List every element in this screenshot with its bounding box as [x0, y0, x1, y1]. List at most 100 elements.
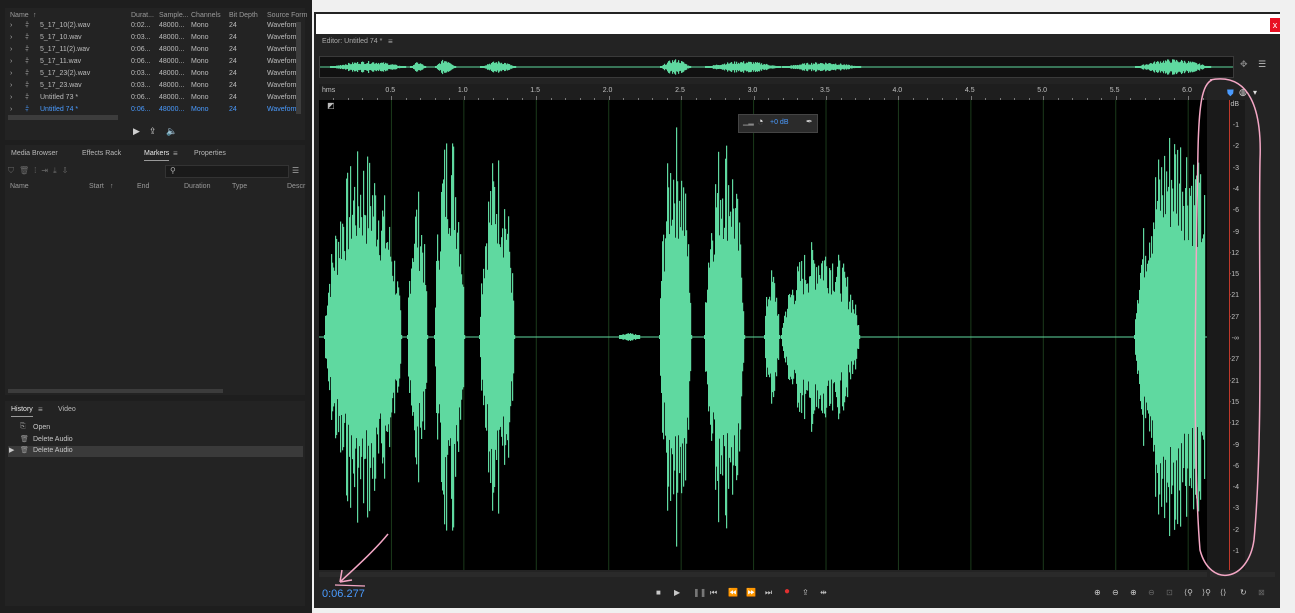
- close-button[interactable]: x: [1270, 18, 1280, 32]
- history-item[interactable]: 🗑 Delete Audio: [8, 435, 303, 446]
- file-row[interactable]: › ⫩ 5_17_11.wav 0:06... 48000... Mono 24 Wavefo…: [8, 57, 299, 69]
- tab-history[interactable]: History: [11, 406, 33, 417]
- history-item-label: Delete Audio: [33, 447, 73, 454]
- skip-back-icon[interactable]: ⏮: [710, 588, 717, 598]
- markers-col-start[interactable]: Start: [89, 183, 104, 190]
- waveform-display[interactable]: [319, 100, 1207, 570]
- col-sample-rate[interactable]: Sample...: [159, 12, 189, 19]
- markers-col-duration[interactable]: Duration: [184, 183, 210, 190]
- fade-in-handle-icon[interactable]: ◩: [327, 101, 335, 110]
- tab-media-browser[interactable]: Media Browser: [11, 150, 58, 157]
- zoom-out-amplitude-icon[interactable]: ⊖: [1112, 588, 1119, 597]
- zoom-out-time-icon[interactable]: ⊖: [1148, 588, 1155, 597]
- pause-icon[interactable]: ❚❚: [693, 588, 706, 597]
- export-icon[interactable]: ⇪: [149, 126, 157, 137]
- chevron-right-icon[interactable]: ›: [10, 22, 12, 29]
- panel-menu-icon[interactable]: ≡: [173, 149, 178, 158]
- zoom-menu-icon[interactable]: ⊠: [1258, 588, 1265, 597]
- zoom-reset-icon[interactable]: ↻: [1240, 588, 1247, 597]
- hud-gain[interactable]: ▁▂ ◔ +0 dB ✒: [738, 114, 818, 133]
- col-name[interactable]: Name: [10, 12, 29, 19]
- dropdown-icon[interactable]: ▾: [1253, 88, 1257, 97]
- zoom-tool-icon[interactable]: ✥: [1240, 59, 1248, 70]
- file-row[interactable]: › ⫩ 5_17_10.wav 0:03... 48000... Mono 24 Wavefo…: [8, 33, 299, 45]
- overview-menu-icon[interactable]: ☰: [1258, 59, 1266, 70]
- zoom-out-point-icon[interactable]: ⟩⚲: [1202, 588, 1211, 597]
- history-item[interactable]: ⎘ Open: [8, 423, 303, 434]
- zoom-selection-icon[interactable]: ⟨⟩: [1220, 588, 1226, 597]
- marker-delete-icon[interactable]: 🗑: [19, 166, 34, 175]
- time-display[interactable]: 0:06.277: [322, 588, 365, 600]
- db-scale[interactable]: dB -1 -2 -3 -4 -6 -9 -12 -15 -21 -27 -∞ -27 -21 -15 -1…: [1207, 100, 1245, 570]
- headphones-icon[interactable]: ◍: [1239, 87, 1247, 98]
- autoplay-speaker-icon[interactable]: 🔈: [166, 126, 177, 137]
- panel-menu-icon[interactable]: ≡: [38, 405, 43, 414]
- marker-range-icon[interactable]: ⇥: [41, 166, 53, 175]
- db-hscrollbar[interactable]: [1210, 572, 1275, 577]
- file-row[interactable]: › ⫩ Untitled 73 * 0:06... 48000... Mono 24 Wave…: [8, 93, 299, 105]
- panel-menu-icon[interactable]: ≡: [388, 37, 393, 46]
- waveform-hscrollbar[interactable]: [319, 572, 1207, 577]
- stop-icon[interactable]: ■: [656, 588, 661, 597]
- editor-tab[interactable]: Editor: Untitled 74 *: [322, 38, 382, 45]
- file-row[interactable]: › ⫩ 5_17_23(2).wav 0:03... 48000... Mono 24 Wav…: [8, 69, 299, 81]
- file-cell-bits: 24: [229, 82, 237, 89]
- tab-effects-rack[interactable]: Effects Rack: [82, 150, 121, 157]
- chevron-right-icon[interactable]: ›: [10, 82, 12, 89]
- gain-knob-icon[interactable]: ◔: [757, 116, 764, 128]
- tab-properties[interactable]: Properties: [194, 150, 226, 157]
- channel-marker-icon[interactable]: ⛊: [1227, 88, 1234, 99]
- gain-value[interactable]: +0 dB: [770, 119, 789, 126]
- markers-col-type[interactable]: Type: [232, 183, 247, 190]
- zoom-in-amplitude-icon[interactable]: ⊕: [1094, 588, 1101, 597]
- chevron-right-icon[interactable]: ›: [10, 34, 12, 41]
- tab-video[interactable]: Video: [58, 406, 76, 413]
- file-row[interactable]: › ⫩ 5_17_10(2).wav 0:02... 48000... Mono 24 Wav…: [8, 21, 299, 33]
- marker-insert-icon[interactable]: ⤓: [53, 166, 62, 175]
- chevron-right-icon[interactable]: ›: [10, 70, 12, 77]
- file-cell-name: 5_17_11(2).wav: [40, 46, 90, 53]
- zoom-full-icon[interactable]: ⊡: [1166, 588, 1173, 597]
- loop-icon[interactable]: ⇪: [802, 588, 809, 597]
- history-item-current[interactable]: ▶ 🗑 Delete Audio: [8, 446, 303, 457]
- markers-search-input[interactable]: ⚲: [165, 165, 289, 178]
- marker-export-icon[interactable]: ⇩: [62, 166, 74, 175]
- col-channels[interactable]: Channels: [191, 12, 221, 19]
- tab-markers[interactable]: Markers: [144, 150, 170, 161]
- rewind-icon[interactable]: ⏪: [728, 588, 738, 597]
- zoom-in-time-icon[interactable]: ⊕: [1130, 588, 1137, 597]
- files-hscrollbar[interactable]: [8, 115, 118, 120]
- pin-icon[interactable]: ✒: [806, 117, 813, 126]
- chevron-right-icon[interactable]: ›: [10, 94, 12, 101]
- fast-forward-icon[interactable]: ⏩: [746, 588, 756, 597]
- file-row[interactable]: › ⫩ 5_17_11(2).wav 0:06... 48000... Mono 24 Wav…: [8, 45, 299, 57]
- record-icon[interactable]: ●: [784, 586, 790, 597]
- editor-titlebar: [316, 14, 1280, 34]
- skip-forward-icon[interactable]: ⏭: [765, 588, 772, 598]
- chevron-right-icon[interactable]: ›: [10, 106, 12, 113]
- chevron-right-icon[interactable]: ›: [10, 58, 12, 65]
- col-bit-depth[interactable]: Bit Depth: [229, 12, 258, 19]
- chevron-right-icon[interactable]: ›: [10, 46, 12, 53]
- file-cell-ch: Mono: [191, 106, 209, 113]
- markers-hscrollbar[interactable]: [8, 389, 223, 393]
- markers-col-end[interactable]: End: [137, 183, 149, 190]
- file-row[interactable]: › ⫩ 5_17_23.wav 0:03... 48000... Mono 24 Wavefo…: [8, 81, 299, 93]
- play-icon[interactable]: ▶: [674, 588, 680, 597]
- waveform-overview[interactable]: [319, 56, 1234, 78]
- col-source-format[interactable]: Source Form: [267, 12, 307, 19]
- file-cell-bits: 24: [229, 22, 237, 29]
- files-scrollbar[interactable]: [296, 22, 301, 114]
- zoom-in-point-icon[interactable]: ⟨⚲: [1184, 588, 1193, 597]
- time-ruler[interactable]: hms 0.5 1.0 1.5 2.0 2.5 3.0 3.5 4.0 4.5 5.0 5.5 6.0: [319, 84, 1207, 100]
- play-icon[interactable]: ▶: [133, 126, 140, 137]
- file-cell-fmt: Waveform: [267, 58, 299, 65]
- col-duration[interactable]: Durat...: [131, 12, 154, 19]
- markers-col-name[interactable]: Name: [10, 183, 29, 190]
- skip-selection-icon[interactable]: ⇹: [820, 588, 827, 597]
- file-cell-dur: 0:02...: [131, 22, 151, 29]
- db-unit: dB: [1230, 101, 1239, 108]
- filter-icon[interactable]: ☰: [292, 166, 299, 175]
- marker-add-icon[interactable]: ⛉: [8, 166, 19, 175]
- markers-col-description[interactable]: Descr: [287, 183, 305, 190]
